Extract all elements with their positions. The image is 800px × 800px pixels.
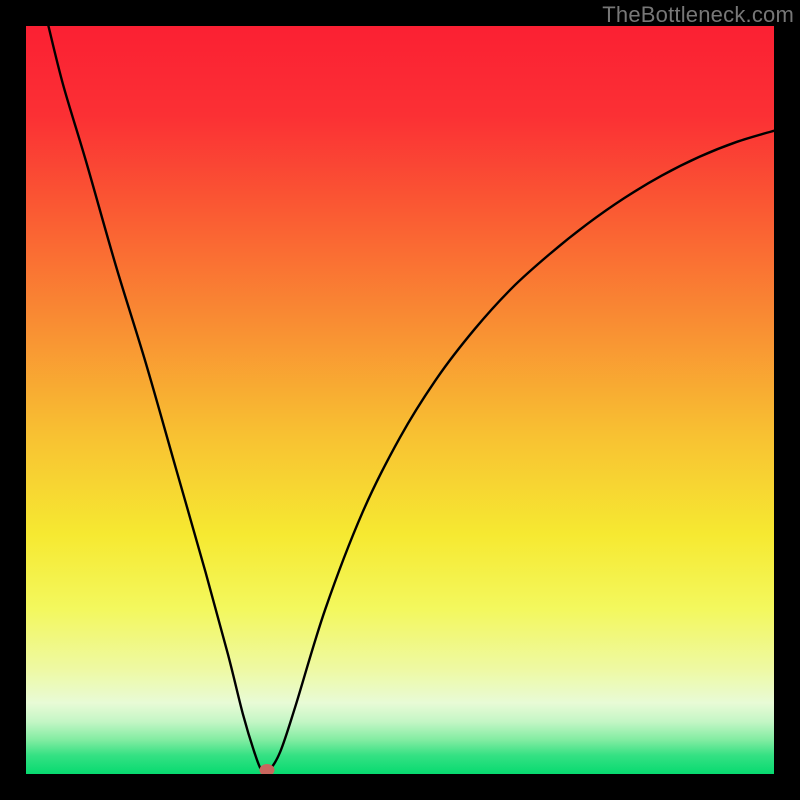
plot-area: [26, 26, 774, 774]
optimal-point-marker: [259, 764, 274, 774]
bottleneck-curve: [26, 26, 774, 774]
watermark-label: TheBottleneck.com: [602, 2, 794, 28]
chart-frame: TheBottleneck.com: [0, 0, 800, 800]
